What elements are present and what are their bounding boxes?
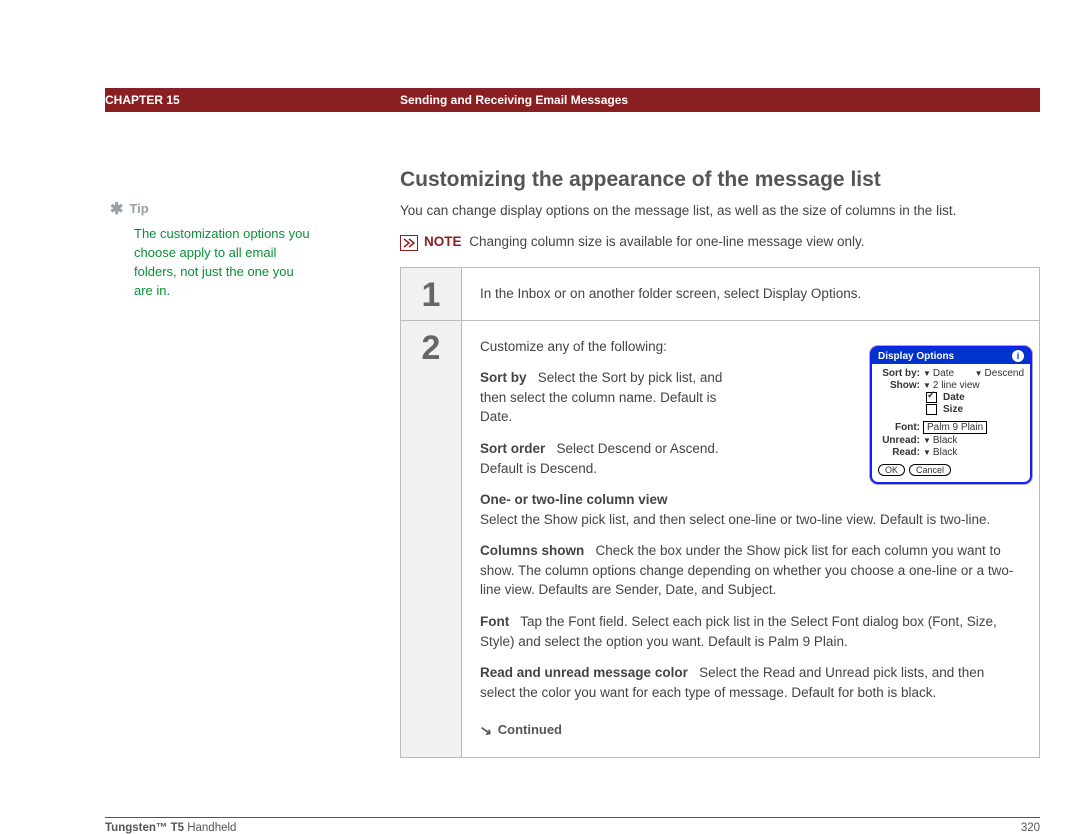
font-label: Font [480,614,509,629]
sortby-paragraph: Sort by Select the Sort by pick list, an… [480,368,750,427]
product-rest: Handheld [184,822,236,834]
chapter-title: Sending and Receiving Email Messages [400,93,1040,107]
step-number: 1 [401,268,462,320]
header-bar: CHAPTER 15 Sending and Receiving Email M… [105,88,1040,112]
readcolor-label: Read and unread message color [480,665,688,680]
device-font-field[interactable]: Palm 9 Plain [923,421,987,434]
continued-label: Continued [498,721,562,740]
device-sortby-label: Sort by: [878,368,920,379]
step-1: 1 In the Inbox or on another folder scre… [401,268,1039,321]
device-font-label: Font: [878,422,920,433]
device-read-row: Read: ▼Black [878,447,1024,458]
tip-block: ✱ Tip The customization options you choo… [110,198,310,301]
note-row: NOTE Changing column size is available f… [400,234,1040,251]
dropdown-icon: ▼ [923,448,931,457]
step-number: 2 [401,321,462,757]
columnview-text: Select the Show pick list, and then sele… [480,512,990,527]
display-options-screenshot: Display Options i Sort by: ▼Date ▼Descen… [870,346,1032,484]
device-sortby-picklist[interactable]: ▼Date [923,368,954,379]
asterisk-icon: ✱ [110,198,123,221]
continued-arrow-icon: ↘ [478,719,493,741]
device-show-label: Show: [878,380,920,391]
device-font-row: Font: Palm 9 Plain [878,421,1024,434]
font-text: Tap the Font field. Select each pick lis… [480,614,997,649]
device-body: Sort by: ▼Date ▼Descend Show: ▼2 line vi… [872,364,1030,482]
dropdown-icon: ▼ [923,381,931,390]
device-opt-size: Size [943,404,963,415]
note-text: Changing column size is available for on… [469,234,864,249]
step-body: In the Inbox or on another folder screen… [462,268,1039,320]
checkbox-checked-icon [926,392,937,403]
continued-row: ↘ Continued [480,720,1021,740]
tip-header: ✱ Tip [110,198,310,221]
info-icon: i [1012,350,1024,362]
product-name: Tungsten™ T5 Handheld [105,822,236,834]
ok-button[interactable]: OK [878,464,905,476]
chapter-label: CHAPTER 15 [105,93,400,107]
section-intro: You can change display options on the me… [400,202,1040,220]
columnview-label: One- or two-line column view [480,492,668,507]
sortorder-label: Sort order [480,441,545,456]
columnsshown-paragraph: Columns shown Check the box under the Sh… [480,541,1021,600]
note-label: NOTE [424,234,462,249]
steps-box: 1 In the Inbox or on another folder scre… [400,267,1040,757]
readcolor-paragraph: Read and unread message color Select the… [480,663,1021,702]
sortorder-paragraph: Sort order Select Descend or Ascend. Def… [480,439,750,478]
device-buttons: OK Cancel [878,464,1024,476]
device-date-checkbox-row[interactable]: Date [878,392,1024,403]
cancel-button[interactable]: Cancel [909,464,951,476]
device-size-checkbox-row[interactable]: Size [878,404,1024,415]
step-1-text: In the Inbox or on another folder screen… [480,284,1021,304]
product-bold: Tungsten™ T5 [105,822,184,834]
dropdown-icon: ▼ [975,369,983,378]
columnsshown-label: Columns shown [480,543,584,558]
device-read-label: Read: [878,447,920,458]
device-read-picklist[interactable]: ▼Black [923,447,957,458]
tip-label: Tip [129,200,148,219]
device-unread-picklist[interactable]: ▼Black [923,435,957,446]
device-opt-date: Date [943,392,965,403]
footer: Tungsten™ T5 Handheld 320 [105,817,1040,834]
dropdown-icon: ▼ [923,436,931,445]
device-unread-label: Unread: [878,435,920,446]
device-show-row: Show: ▼2 line view [878,380,1024,391]
device-sortorder-picklist[interactable]: ▼Descend [975,368,1024,379]
tip-text: The customization options you choose app… [110,225,310,300]
device-titlebar: Display Options i [872,348,1030,364]
device-title: Display Options [878,351,954,362]
note-icon [400,235,418,251]
font-paragraph: Font Tap the Font field. Select each pic… [480,612,1021,651]
columnview-paragraph: One- or two-line column view Select the … [480,490,1021,529]
device-sortby-row: Sort by: ▼Date ▼Descend [878,368,1024,379]
dropdown-icon: ▼ [923,369,931,378]
section-title: Customizing the appearance of the messag… [400,168,1040,192]
device-unread-row: Unread: ▼Black [878,435,1024,446]
checkbox-unchecked-icon [926,404,937,415]
sortby-label: Sort by [480,370,527,385]
page-number: 320 [1021,822,1040,834]
